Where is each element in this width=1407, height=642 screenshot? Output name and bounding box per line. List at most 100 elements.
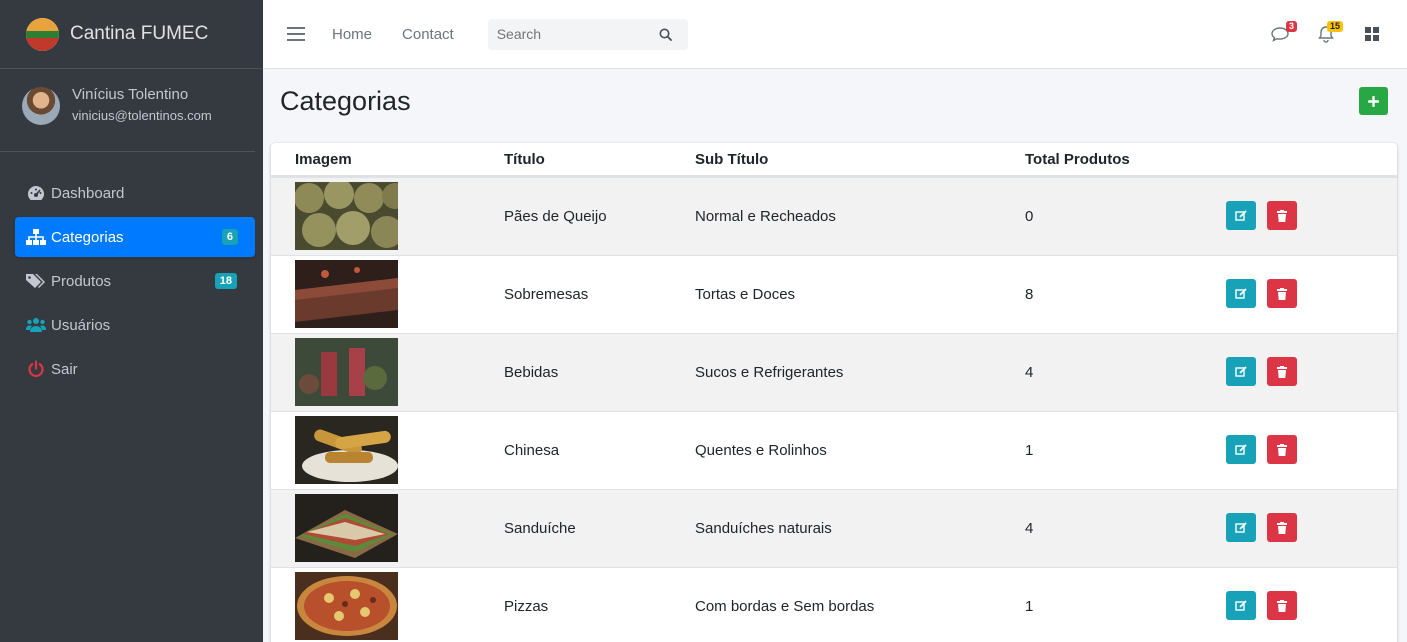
delete-button[interactable] xyxy=(1267,513,1297,542)
notifications-count-badge: 15 xyxy=(1326,21,1343,32)
menu-toggle-icon[interactable] xyxy=(287,27,305,41)
sidebar-item-produtos[interactable]: Produtos 18 xyxy=(15,261,255,301)
categorias-count-badge: 6 xyxy=(221,229,238,245)
sidebar: Cantina FUMEC Vinícius Tolentino viniciu… xyxy=(0,0,263,642)
nav-link-home[interactable]: Home xyxy=(332,26,372,43)
users-icon xyxy=(25,316,47,334)
brand-link[interactable]: Cantina FUMEC xyxy=(0,0,263,69)
delete-button[interactable] xyxy=(1267,201,1297,230)
control-sidebar-button[interactable] xyxy=(1361,23,1383,45)
messages-count-badge: 3 xyxy=(1285,21,1297,32)
trash-icon xyxy=(1277,443,1287,456)
nav-link-contact[interactable]: Contact xyxy=(402,26,454,43)
column-header-subtitulo: Sub Título xyxy=(695,151,769,168)
column-header-titulo: Título xyxy=(504,151,545,168)
category-subtitle: Sucos e Refrigerantes xyxy=(695,364,844,381)
edit-icon xyxy=(1235,599,1247,611)
column-header-total-produtos: Total Produtos xyxy=(1025,151,1130,168)
sidebar-item-label: Dashboard xyxy=(51,184,125,202)
categories-table: Imagem Título Sub Título Total Produtos … xyxy=(271,143,1397,642)
category-total: 1 xyxy=(1025,442,1034,459)
category-title: Chinesa xyxy=(504,442,560,459)
category-image xyxy=(295,182,398,250)
delete-button[interactable] xyxy=(1267,591,1297,620)
sidebar-item-label: Sair xyxy=(51,360,78,378)
category-subtitle: Normal e Recheados xyxy=(695,208,836,225)
search-form xyxy=(487,18,688,50)
category-subtitle: Tortas e Doces xyxy=(695,286,796,303)
category-title: Pães de Queijo xyxy=(504,208,607,225)
table-row: Sanduíche Sanduíches naturais 4 xyxy=(271,489,1397,567)
avatar xyxy=(22,87,60,125)
category-title: Bebidas xyxy=(504,364,559,381)
edit-button[interactable] xyxy=(1226,513,1256,542)
category-image xyxy=(295,260,398,328)
grid-icon xyxy=(1365,27,1379,41)
category-total: 4 xyxy=(1025,364,1034,381)
power-icon xyxy=(25,360,47,378)
edit-button[interactable] xyxy=(1226,357,1256,386)
search-icon xyxy=(659,28,673,41)
sidebar-nav: Dashboard Categorias 6 Produtos 18 Usuár… xyxy=(0,152,263,389)
category-total: 8 xyxy=(1025,286,1034,303)
category-total: 4 xyxy=(1025,520,1034,537)
edit-button[interactable] xyxy=(1226,435,1256,464)
brand-name: Cantina FUMEC xyxy=(70,23,209,44)
table-row: Pizzas Com bordas e Sem bordas 1 xyxy=(271,567,1397,642)
delete-button[interactable] xyxy=(1267,357,1297,386)
trash-icon xyxy=(1277,365,1287,378)
category-subtitle: Quentes e Rolinhos xyxy=(695,442,827,459)
trash-icon xyxy=(1277,287,1287,300)
trash-icon xyxy=(1277,599,1287,612)
produtos-count-badge: 18 xyxy=(214,273,237,289)
category-total: 1 xyxy=(1025,598,1034,615)
table-row: Chinesa Quentes e Rolinhos 1 xyxy=(271,411,1397,489)
trash-icon xyxy=(1277,209,1287,222)
table-row: Bebidas Sucos e Refrigerantes 4 xyxy=(271,333,1397,411)
edit-button[interactable] xyxy=(1226,279,1256,308)
category-subtitle: Sanduíches naturais xyxy=(695,520,832,537)
category-total: 0 xyxy=(1025,208,1034,225)
tachometer-icon xyxy=(25,184,47,202)
search-button[interactable] xyxy=(648,19,684,50)
sidebar-item-label: Categorias xyxy=(51,228,124,246)
edit-icon xyxy=(1235,521,1247,533)
plus-icon xyxy=(1368,95,1379,107)
category-title: Sobremesas xyxy=(504,286,589,303)
sidebar-item-label: Usuários xyxy=(51,316,111,334)
user-name[interactable]: Vinícius Tolentino xyxy=(72,85,212,105)
edit-button[interactable] xyxy=(1226,201,1256,230)
category-image xyxy=(295,494,398,562)
sidebar-item-dashboard[interactable]: Dashboard xyxy=(15,173,255,213)
category-title: Pizzas xyxy=(504,598,549,615)
sidebar-item-label: Produtos xyxy=(51,272,112,290)
category-subtitle: Com bordas e Sem bordas xyxy=(695,598,875,615)
column-header-imagem: Imagem xyxy=(295,151,352,168)
category-image xyxy=(295,416,398,484)
add-category-button[interactable] xyxy=(1359,87,1388,115)
notifications-button[interactable]: 15 xyxy=(1315,21,1343,45)
edit-icon xyxy=(1235,209,1247,221)
sitemap-icon xyxy=(25,228,47,246)
sidebar-item-sair[interactable]: Sair xyxy=(15,349,255,389)
top-navbar: Home Contact 3 15 xyxy=(263,0,1407,69)
edit-icon xyxy=(1235,443,1247,455)
sidebar-item-usuarios[interactable]: Usuários xyxy=(15,305,255,345)
user-panel[interactable]: Vinícius Tolentino vinicius@tolentinos.c… xyxy=(0,69,255,152)
edit-button[interactable] xyxy=(1226,591,1256,620)
delete-button[interactable] xyxy=(1267,279,1297,308)
page-title: Categorias xyxy=(280,86,411,116)
edit-icon xyxy=(1235,365,1247,377)
table-row: Sobremesas Tortas e Doces 8 xyxy=(271,255,1397,333)
messages-button[interactable]: 3 xyxy=(1269,21,1297,45)
table-row: Pães de Queijo Normal e Recheados 0 xyxy=(271,177,1397,255)
edit-icon xyxy=(1235,287,1247,299)
category-image xyxy=(295,338,398,406)
category-image xyxy=(295,572,398,640)
tags-icon xyxy=(25,272,47,290)
brand-logo xyxy=(26,17,59,51)
search-input[interactable] xyxy=(487,26,648,42)
delete-button[interactable] xyxy=(1267,435,1297,464)
sidebar-item-categorias[interactable]: Categorias 6 xyxy=(15,217,255,257)
trash-icon xyxy=(1277,521,1287,534)
